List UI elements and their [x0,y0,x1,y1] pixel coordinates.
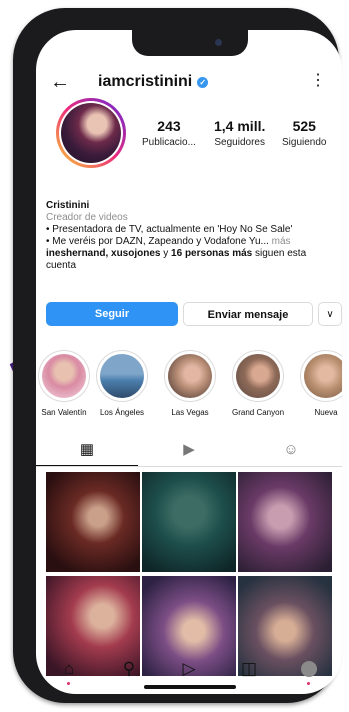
highlight-los-angeles[interactable]: Los Ángeles [92,350,152,417]
post-thumbnail[interactable] [46,472,140,572]
search-icon[interactable]: ⚲ [116,659,142,679]
highlight-grand-canyon[interactable]: Grand Canyon [228,350,288,417]
reels-icon: ▶ [183,441,195,458]
home-notification-dot [67,682,70,685]
home-icon[interactable]: ⌂ [56,659,82,679]
highlight-las-vegas[interactable]: Las Vegas [160,350,220,417]
back-arrow-icon[interactable]: ← [50,68,70,96]
send-message-button[interactable]: Enviar mensaje [183,302,313,326]
highlight-image [168,354,212,398]
stat-following-value: 525 [292,118,316,134]
followed-by-users: ineshernand, xusojones [46,248,161,259]
bio-line-2: • Me veréis por DAZN, Zapeando y Vodafon… [46,236,336,248]
more-options-icon[interactable]: ⋮ [310,70,326,90]
chevron-down-icon: ∨ [326,309,334,320]
highlight-label: Las Vegas [171,408,209,417]
profile-bio: Cristinini Creador de videos • Presentad… [46,200,336,272]
highlight-image [304,354,342,398]
bio-line-1: • Presentadora de TV, actualmente en 'Ho… [46,224,293,235]
profile-header: ← iamcristinini ✓ ⋮ [36,68,342,98]
stat-following[interactable]: 525 Siguiendo [282,118,326,148]
highlight-image [100,354,144,398]
story-highlights: San Valentín Los Ángeles Las Vegas Grand… [36,350,342,430]
suggested-accounts-button[interactable]: ∨ [318,302,342,326]
phone-screen: ← iamcristinini ✓ ⋮ 243 Publicacio... 1,4… [36,30,342,694]
grid-icon: ▦ [79,441,95,458]
phone-frame: ← iamcristinini ✓ ⋮ 243 Publicacio... 1,4… [13,8,342,703]
avatar-image [61,103,121,163]
reels-icon[interactable]: ▷ [176,659,202,679]
profile-notification-dot [307,682,310,685]
tab-grid[interactable]: ▦ [36,438,138,466]
stat-followers-label: Seguidores [214,137,265,148]
stat-posts[interactable]: 243 Publicacio... [142,118,196,148]
highlight-nueva[interactable]: Nueva [296,350,342,417]
home-indicator [144,685,236,689]
followed-by[interactable]: ineshernand, xusojones y 16 personas más… [46,248,336,272]
highlight-label: San Valentín [41,408,87,417]
stat-posts-value: 243 [157,118,181,134]
followed-by-and: y [160,248,172,259]
post-thumbnail[interactable] [238,472,332,572]
highlight-ring [96,350,148,402]
profile-avatar[interactable] [56,98,126,168]
stat-posts-label: Publicacio... [142,137,196,148]
profile-avatar-icon[interactable] [301,661,317,677]
highlight-ring [300,350,342,402]
tab-reels[interactable]: ▶ [138,438,240,466]
profile-tabs: ▦ ▶ ☺ [36,438,342,467]
post-thumbnail[interactable] [142,472,236,572]
username-text: iamcristinini [98,73,193,90]
highlight-image [236,354,280,398]
highlight-label: Los Ángeles [99,408,145,417]
highlight-label: Nueva [314,408,338,417]
bio-category: Creador de videos [46,212,128,223]
bio-name: Cristinini [46,200,90,211]
username-title: iamcristinini ✓ [98,73,209,91]
stat-following-label: Siguiendo [282,137,327,148]
highlight-ring [38,350,90,402]
highlight-san-valentin[interactable]: San Valentín [36,350,94,417]
highlight-image [42,354,86,398]
shop-icon[interactable]: ◫ [236,659,262,679]
follow-button[interactable]: Seguir [46,302,178,326]
tagged-icon: ☺ [283,441,299,458]
profile-actions: Seguir Enviar mensaje ∨ [46,302,342,326]
profile-stats: 243 Publicacio... 1,4 mill. Seguidores 5… [136,118,336,158]
tab-tagged[interactable]: ☺ [240,438,342,466]
notch [132,30,248,56]
followed-by-count: 16 personas más [171,248,253,259]
highlight-label: Grand Canyon [231,408,285,417]
avatar-ring-inner [59,101,123,165]
verified-badge-icon: ✓ [197,77,209,88]
bio-line-2-text: • Me veréis por DAZN, Zapeando y Vodafon… [46,236,269,247]
camera-dot [215,39,222,46]
highlight-ring [232,350,284,402]
stat-followers[interactable]: 1,4 mill. Seguidores [214,118,265,148]
bio-more-link[interactable]: más [269,236,291,247]
stat-followers-value: 1,4 mill. [214,118,266,134]
highlight-ring [164,350,216,402]
